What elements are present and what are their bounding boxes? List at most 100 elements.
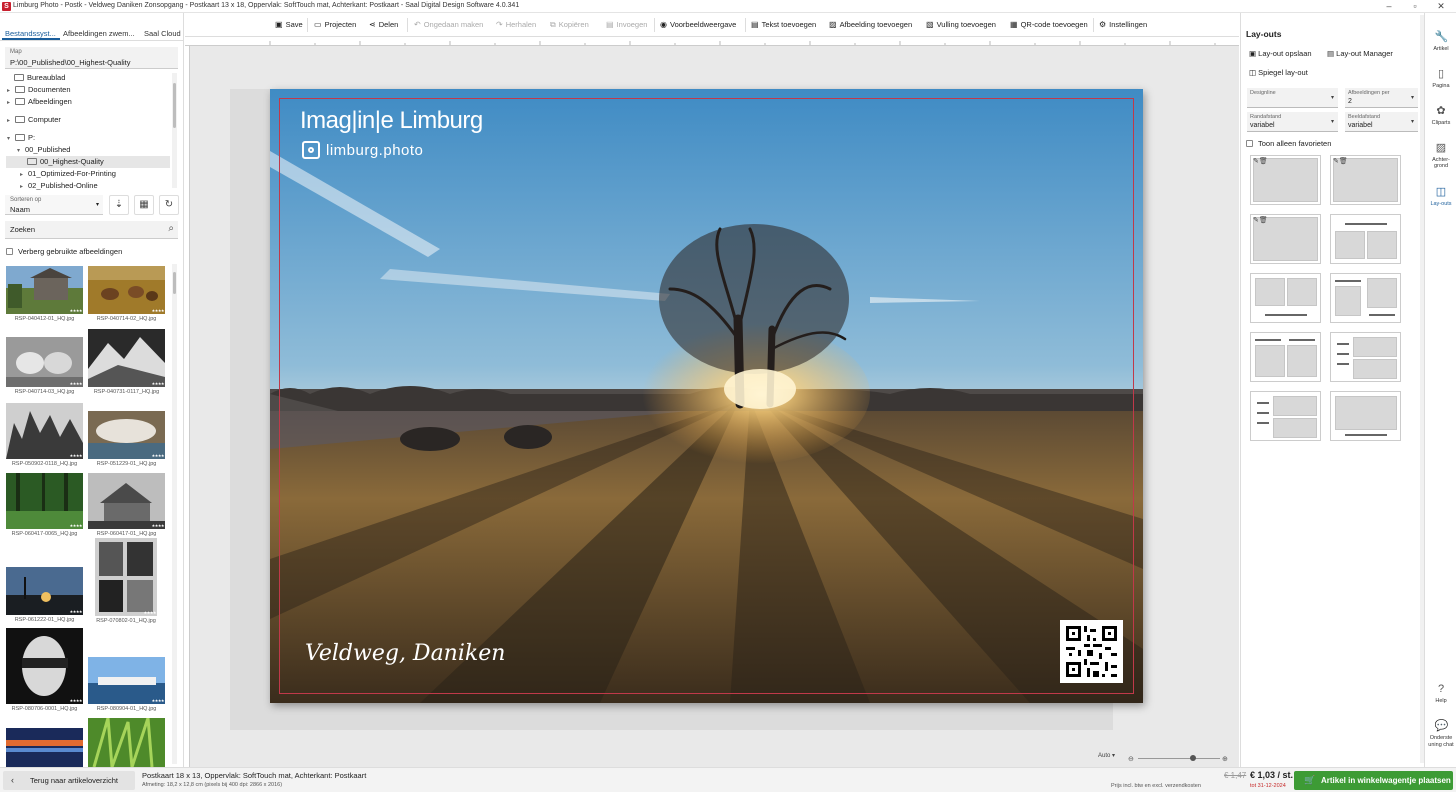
thumbnail-scrollbar-thumb[interactable] xyxy=(173,272,176,294)
tree-scrollbar[interactable] xyxy=(172,73,177,188)
chevron-right-icon[interactable]: ▸ xyxy=(7,115,15,127)
zoom-slider[interactable] xyxy=(1138,758,1220,759)
add-image-button[interactable]: ▨ Afbeelding toevoegen xyxy=(829,20,912,29)
close-button[interactable]: ✕ xyxy=(1430,0,1452,13)
layout-manager-button[interactable]: ▤ Lay-out Manager xyxy=(1327,49,1393,58)
edit-icon[interactable]: ✎🗑 xyxy=(1333,157,1348,165)
qr-code[interactable] xyxy=(1060,620,1123,683)
side-tab-layouts[interactable]: ◫ Lay-outs xyxy=(1425,186,1456,207)
back-button[interactable]: ‹ Terug naar artikeloverzicht xyxy=(3,771,135,790)
checkbox-box[interactable] xyxy=(1246,140,1253,147)
copy-button[interactable]: ⧉ Kopiëren xyxy=(550,20,589,30)
layout-option[interactable]: ✎🗑 xyxy=(1330,155,1401,205)
tab-saal-cloud[interactable]: Saal Cloud xyxy=(144,29,181,38)
edit-icon[interactable]: ✎🗑 xyxy=(1253,216,1268,224)
postcard-photo[interactable] xyxy=(270,89,1143,703)
images-per-dropdown[interactable]: Afbeeldingen per 2 ▾ xyxy=(1345,88,1418,108)
tree-scrollbar-thumb[interactable] xyxy=(173,83,176,128)
checkbox-box[interactable] xyxy=(6,248,13,255)
tree-item-documents[interactable]: ▸ Documenten xyxy=(7,84,71,96)
tab-filesystem[interactable]: Bestandssyst... xyxy=(5,29,56,38)
image-thumbnail[interactable]: ★★★★ RSP-060417-01_HQ.jpg xyxy=(88,473,165,541)
add-qr-button[interactable]: ▦ QR-code toevoegen xyxy=(1010,20,1088,29)
image-thumbnail[interactable]: ★★★★ RSP-040714-02_HQ.jpg xyxy=(88,266,165,326)
tree-item-computer[interactable]: ▸ Computer xyxy=(7,114,61,126)
image-thumbnail[interactable]: ★★★★ RSP-040731-0117_HQ.jpg xyxy=(88,329,165,399)
share-button[interactable]: ⋖ Delen xyxy=(369,20,398,29)
layout-option[interactable] xyxy=(1330,332,1401,382)
tab-image-pool[interactable]: Afbeeldingen zwem... xyxy=(63,29,135,38)
mirror-layout-button[interactable]: ◫ Spiegel lay-out xyxy=(1249,68,1308,77)
layout-option[interactable] xyxy=(1250,332,1321,382)
tree-item-published[interactable]: ▾ 00_Published xyxy=(17,144,70,156)
zoom-out-icon[interactable]: ⊖ xyxy=(1128,755,1134,763)
settings-button[interactable]: ⚙ Instellingen xyxy=(1099,20,1147,29)
brand-title[interactable]: Imag|in|e Limburg xyxy=(300,107,483,135)
image-thumbnail[interactable] xyxy=(88,718,165,767)
zoom-dropdown[interactable]: Auto ▾ xyxy=(1098,752,1115,759)
folder-path-field[interactable]: Map P:\00_Published\00_Highest-Quality xyxy=(5,47,178,69)
layout-option[interactable] xyxy=(1330,391,1401,441)
layout-option[interactable]: ✎🗑 xyxy=(1250,155,1321,205)
image-thumbnail[interactable]: ★★★★ RSP-080706-0001_HQ.jpg xyxy=(6,628,83,716)
side-tab-page[interactable]: ▯ Pagina xyxy=(1425,68,1456,89)
image-thumbnail[interactable]: ★★★★ RSP-040714-03_HQ.jpg xyxy=(6,337,83,399)
save-button[interactable]: ▣ Save xyxy=(275,20,303,29)
projects-button[interactable]: ▭ Projecten xyxy=(314,20,356,29)
tree-item-highest-quality[interactable]: 00_Highest-Quality xyxy=(6,156,170,168)
grid-view-button[interactable]: ▦ xyxy=(134,195,154,215)
zoom-slider-handle[interactable] xyxy=(1190,755,1196,761)
layout-option[interactable]: ✎🗑 xyxy=(1250,214,1321,264)
margin-dropdown[interactable]: Randafstand variabel ▾ xyxy=(1247,112,1338,132)
chevron-down-icon[interactable]: ▾ xyxy=(7,133,15,145)
tree-item-drive-p[interactable]: ▾ P: xyxy=(7,132,35,144)
zoom-in-icon[interactable]: ⊕ xyxy=(1222,755,1228,763)
image-thumbnail[interactable]: ★★★★ RSP-050902-0118_HQ.jpg xyxy=(6,403,83,471)
layout-option[interactable] xyxy=(1250,391,1321,441)
side-tab-article[interactable]: 🔧 Artikel xyxy=(1425,31,1456,52)
image-thumbnail[interactable] xyxy=(6,728,83,767)
undo-button[interactable]: ↶ Ongedaan maken xyxy=(414,20,483,29)
sort-order-button[interactable]: ⇣ xyxy=(109,195,129,215)
paste-button[interactable]: ▤ Invoegen xyxy=(606,20,647,29)
add-text-button[interactable]: ▤ Tekst toevoegen xyxy=(751,20,816,29)
add-to-cart-button[interactable]: 🛒 Artikel in winkelwagentje plaatsen xyxy=(1294,771,1453,790)
add-fill-button[interactable]: ▧ Vulling toevoegen xyxy=(926,20,996,29)
tree-item-published-online[interactable]: ▸ 02_Published-Online xyxy=(20,180,98,192)
brand-url[interactable]: limburg.photo xyxy=(326,142,423,159)
side-tab-cliparts[interactable]: ✿ Cliparts xyxy=(1425,105,1456,126)
favorites-checkbox[interactable]: Toon alleen favorieten xyxy=(1246,139,1331,148)
refresh-button[interactable]: ↻ xyxy=(159,195,179,215)
minimize-button[interactable]: – xyxy=(1378,0,1400,13)
image-thumbnail[interactable]: ★★★★ RSP-060417-0065_HQ.jpg xyxy=(6,473,83,541)
chevron-right-icon[interactable]: ▸ xyxy=(7,97,15,109)
image-thumbnail[interactable]: ★★★★ RSP-061222-01_HQ.jpg xyxy=(6,567,83,627)
redo-button[interactable]: ↷ Herhalen xyxy=(496,20,536,29)
tree-item-optimized[interactable]: ▸ 01_Optimized-For-Printing xyxy=(20,168,116,180)
side-tab-background[interactable]: ▨ Achter-grond xyxy=(1425,142,1456,169)
spacing-dropdown[interactable]: Beeldafstand variabel ▾ xyxy=(1345,112,1418,132)
hide-used-checkbox[interactable]: Verberg gebruikte afbeeldingen xyxy=(6,247,122,256)
help-button[interactable]: ? Help xyxy=(1425,683,1456,704)
layout-option[interactable] xyxy=(1330,273,1401,323)
search-input[interactable]: Zoeken ⌕ xyxy=(5,221,178,239)
edit-icon[interactable]: ✎🗑 xyxy=(1253,157,1268,165)
layout-option[interactable] xyxy=(1250,273,1321,323)
maximize-button[interactable]: ▫ xyxy=(1404,0,1426,13)
tree-item-pictures[interactable]: ▸ Afbeeldingen xyxy=(7,96,72,108)
preview-button[interactable]: ◉ Voorbeeldweergave xyxy=(660,20,736,29)
chevron-right-icon[interactable]: ▸ xyxy=(20,181,28,193)
photo-caption[interactable]: Veldweg, Daniken xyxy=(305,641,505,666)
postcard-page[interactable]: Imag|in|e Limburg limburg.photo Veldweg,… xyxy=(270,89,1143,703)
layout-option[interactable] xyxy=(1330,214,1401,264)
support-chat-button[interactable]: 💬 Onderste uning chat xyxy=(1425,720,1456,749)
sort-dropdown[interactable]: Sorteren op Naam ▾ xyxy=(5,195,103,215)
image-thumbnail[interactable]: ★★★★ RSP-070802-01_HQ.jpg xyxy=(95,538,157,627)
designline-dropdown[interactable]: Designline ▾ xyxy=(1247,88,1338,108)
tree-item-desktop[interactable]: Bureaublad xyxy=(14,72,65,84)
image-thumbnail[interactable]: ★★★★ RSP-051229-01_HQ.jpg xyxy=(88,411,165,471)
image-thumbnail[interactable]: ★★★★ RSP-080904-01_HQ.jpg xyxy=(88,657,165,716)
thumbnail-scrollbar[interactable] xyxy=(172,264,177,764)
save-layout-button[interactable]: ▣ Lay-out opslaan xyxy=(1249,49,1312,58)
image-thumbnail[interactable]: ★★★★ RSP-040412-01_HQ.jpg xyxy=(6,266,83,326)
